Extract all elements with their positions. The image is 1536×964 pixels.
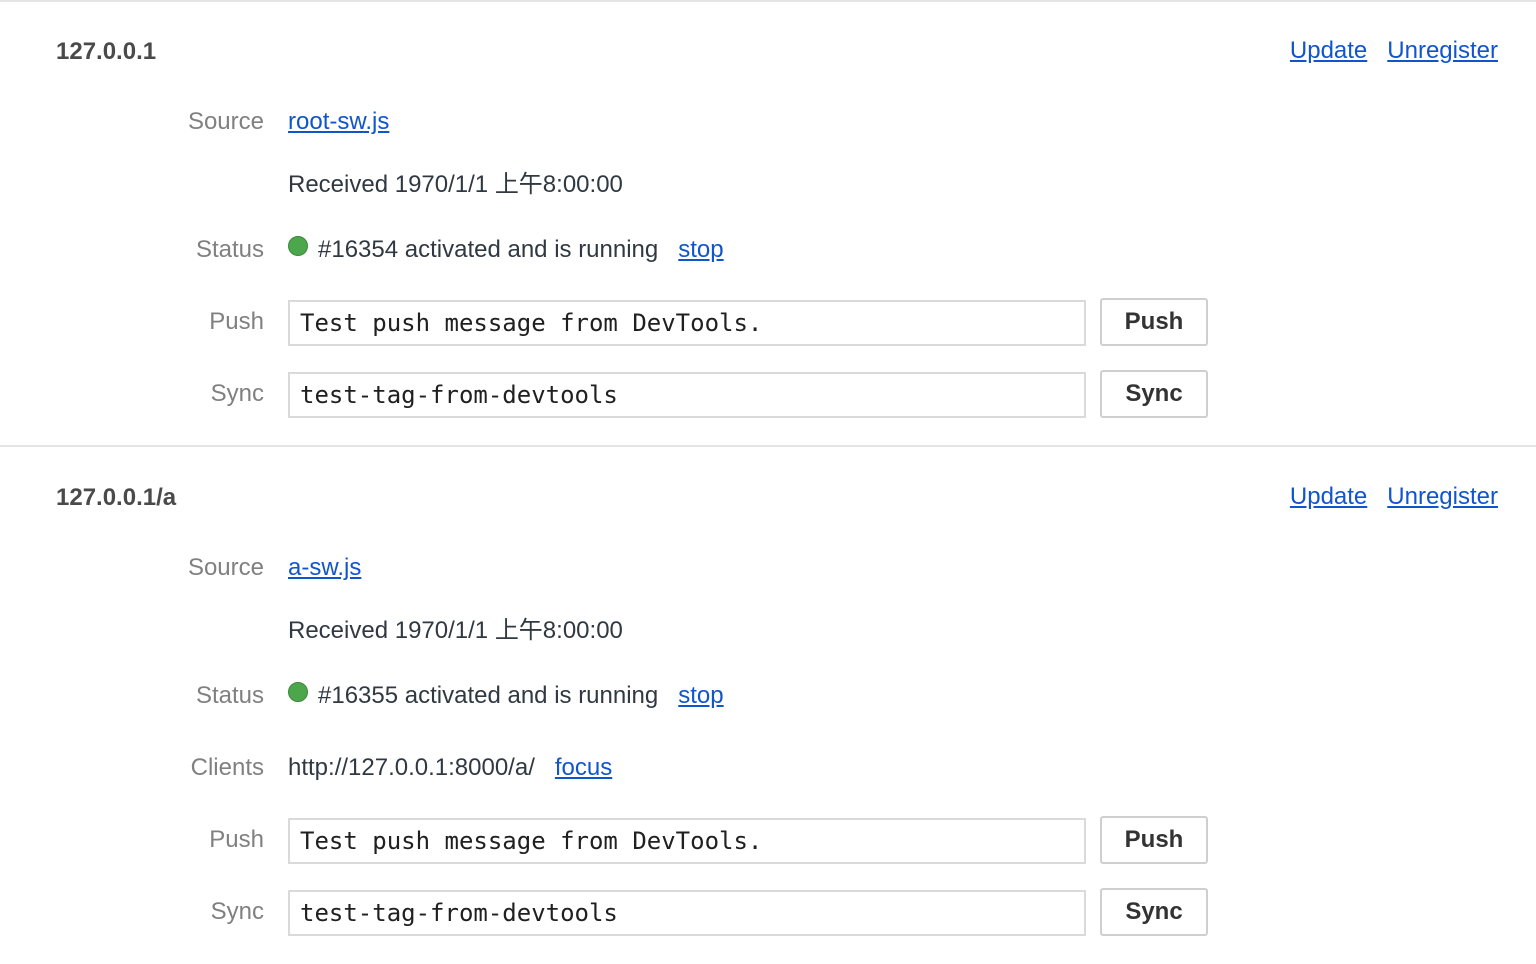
sync-input[interactable] [288, 372, 1086, 418]
status-running-icon [288, 682, 308, 702]
clients-row: http://127.0.0.1:8000/a/focus [288, 754, 612, 782]
sync-button[interactable]: Sync [1100, 370, 1208, 418]
received-text: Received 1970/1/1 上午8:00:00 [288, 171, 623, 198]
update-link[interactable]: Update [1290, 483, 1367, 510]
status-row: #16355 activated and is running stop [288, 682, 724, 710]
sync-label: Sync [210, 898, 264, 925]
unregister-link[interactable]: Unregister [1387, 483, 1498, 510]
focus-link[interactable]: focus [555, 754, 612, 781]
registration-divider [0, 445, 1536, 447]
push-input[interactable] [288, 300, 1086, 346]
push-button[interactable]: Push [1100, 816, 1208, 864]
push-button[interactable]: Push [1100, 298, 1208, 346]
source-link[interactable]: root-sw.js [288, 108, 389, 135]
top-divider [0, 0, 1536, 2]
registration-actions: Update Unregister [1270, 483, 1498, 511]
source-label: Source [187, 554, 264, 581]
status-row: #16354 activated and is running stop [288, 236, 724, 264]
sync-input[interactable] [288, 890, 1086, 936]
source-row: root-sw.js [288, 108, 389, 136]
sync-label: Sync [210, 380, 264, 407]
unregister-link[interactable]: Unregister [1387, 37, 1498, 64]
push-label: Push [209, 308, 264, 335]
sync-button[interactable]: Sync [1100, 888, 1208, 936]
client-url: http://127.0.0.1:8000/a/ [288, 754, 535, 781]
push-input[interactable] [288, 818, 1086, 864]
registration-scope: 127.0.0.1 [56, 38, 157, 65]
status-label: Status [195, 236, 264, 263]
source-row: a-sw.js [288, 554, 361, 582]
clients-label: Clients [190, 754, 264, 781]
registration-actions: Update Unregister [1270, 37, 1498, 65]
status-label: Status [195, 682, 264, 709]
source-label: Source [187, 108, 264, 135]
stop-link[interactable]: stop [678, 682, 723, 709]
status-running-icon [288, 236, 308, 256]
push-label: Push [209, 826, 264, 853]
status-text: #16354 activated and is running [318, 236, 659, 263]
registration-scope: 127.0.0.1/a [56, 484, 177, 511]
received-text: Received 1970/1/1 上午8:00:00 [288, 617, 623, 644]
source-link[interactable]: a-sw.js [288, 554, 361, 581]
update-link[interactable]: Update [1290, 37, 1367, 64]
status-text: #16355 activated and is running [318, 682, 659, 709]
stop-link[interactable]: stop [678, 236, 723, 263]
